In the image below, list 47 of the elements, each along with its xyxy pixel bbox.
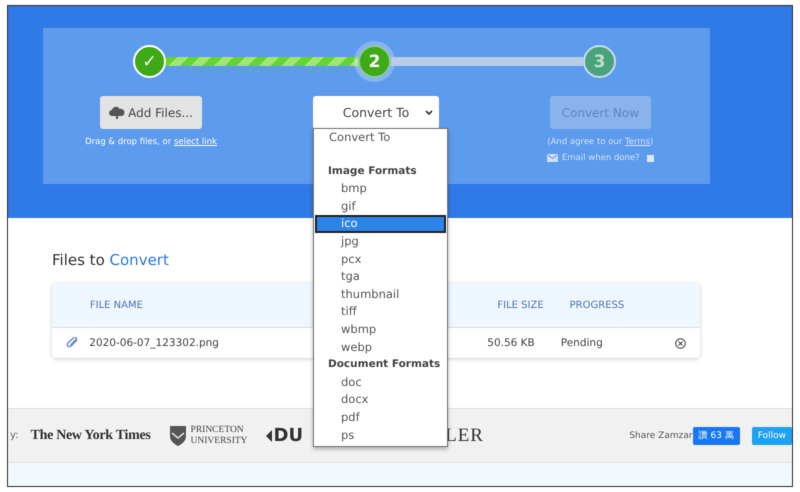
- add-files-button[interactable]: Add Files...: [100, 96, 202, 129]
- dropdown-option[interactable]: ico: [315, 215, 446, 233]
- dropdown-option[interactable]: pdf: [315, 408, 446, 426]
- triangle-icon: [266, 430, 272, 442]
- dropdown-option[interactable]: tga: [315, 268, 446, 286]
- section-title-highlight: Convert: [110, 251, 169, 269]
- dropdown-option[interactable]: webp: [315, 338, 446, 356]
- dropdown-option[interactable]: docx: [315, 391, 446, 409]
- progress-cell: Pending: [560, 337, 603, 349]
- dropdown-option[interactable]: tiff: [315, 303, 446, 321]
- dropdown-option[interactable]: Convert To: [315, 129, 446, 147]
- share-label: Share Zamzar: [629, 430, 693, 440]
- email-label: Email when done?: [562, 153, 640, 163]
- step-circle: 3: [583, 45, 616, 78]
- remove-icon[interactable]: [675, 338, 686, 348]
- cloud-upload-icon: [109, 106, 126, 120]
- dropdown-option[interactable]: bmp: [315, 180, 446, 198]
- column-header: FILE SIZE: [497, 300, 544, 310]
- step-circle: ✓: [133, 45, 166, 78]
- envelope-icon: [547, 154, 558, 162]
- format-select[interactable]: Convert To: [313, 96, 439, 129]
- terms-note: (And agree to our: [547, 137, 622, 147]
- dropdown-option[interactable]: gif: [315, 198, 446, 216]
- column-header: FILE NAME: [90, 300, 143, 310]
- dropdown-option[interactable]: thumbnail: [315, 286, 446, 304]
- terms-note-end: ): [650, 137, 654, 147]
- shield-icon: [168, 424, 187, 446]
- paperclip-icon: [66, 337, 79, 349]
- chevron-down-icon: [425, 110, 433, 116]
- step-circle: 2: [358, 45, 391, 78]
- option-group-label: Image Formats: [327, 164, 418, 179]
- column-header: PROGRESS: [570, 300, 624, 310]
- logo-text: PRINCETON UNIVERSITY: [190, 425, 248, 446]
- option-group-label: Document Formats: [327, 357, 442, 372]
- logo-text: The New York Times: [30, 428, 151, 444]
- press-label: y:: [10, 430, 19, 441]
- dropdown-option[interactable]: doc: [315, 374, 446, 392]
- file-name-cell: 2020-06-07_123302.png: [89, 337, 219, 349]
- section-title: Files to: [52, 251, 105, 269]
- dropdown-option[interactable]: ps: [315, 426, 446, 444]
- dropdown-option[interactable]: pcx: [315, 250, 446, 268]
- like-button[interactable]: 讚 63 萬: [692, 426, 740, 444]
- dropdown-option[interactable]: wbmp: [315, 320, 446, 339]
- logo-text: DU: [274, 425, 304, 446]
- drag-drop-hint: Drag & drop files, or: [85, 137, 172, 147]
- file-size-cell: 50.56 KB: [487, 337, 535, 349]
- dropdown-option[interactable]: jpg: [315, 232, 446, 251]
